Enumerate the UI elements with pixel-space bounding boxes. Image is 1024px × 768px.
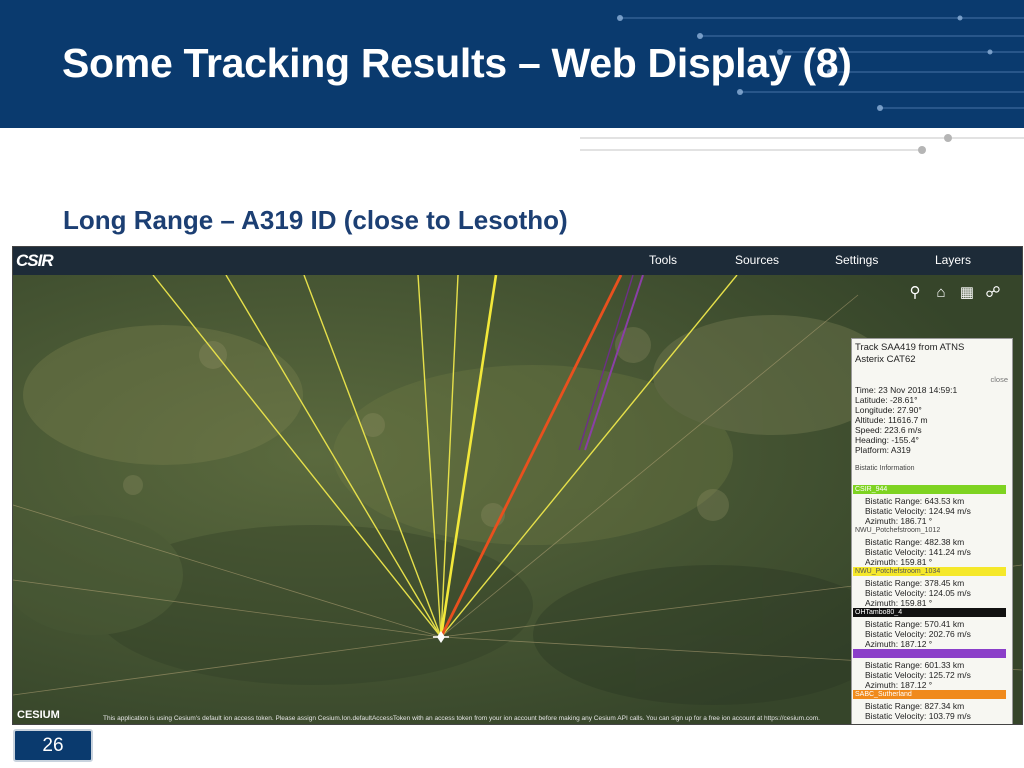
receiver-bar: CSIR_944 xyxy=(853,485,1006,494)
track-longitude: Longitude: 27.90° xyxy=(855,405,922,415)
menu-sources[interactable]: Sources xyxy=(735,253,779,267)
receiver-range: Bistatic Range: 643.53 km xyxy=(865,496,965,506)
bistatic-header: Bistatic Information xyxy=(855,465,915,472)
track-heading: Heading: -155.4° xyxy=(855,435,919,445)
receiver-range: Bistatic Range: 482.38 km xyxy=(865,537,965,547)
receiver-azimuth: Azimuth: 186.71 ° xyxy=(865,516,933,526)
receiver-azimuth: Azimuth: 187.12 ° xyxy=(865,639,933,649)
menu-layers[interactable]: Layers xyxy=(935,253,971,267)
page-number: 26 xyxy=(13,729,93,762)
track-info-panel: Track SAA419 from ATNS Asterix CAT62 clo… xyxy=(851,338,1013,724)
search-icon[interactable]: ⚲ xyxy=(905,283,925,303)
receiver-azimuth: Azimuth: 187.12 ° xyxy=(865,680,933,690)
receiver-range: Bistatic Range: 827.34 km xyxy=(865,701,965,711)
receiver-range: Bistatic Range: 378.45 km xyxy=(865,578,965,588)
receiver-range: Bistatic Range: 601.33 km xyxy=(865,660,965,670)
track-platform: Platform: A319 xyxy=(855,445,911,455)
app-menubar: CSIR Tools Sources Settings Layers xyxy=(13,247,1022,275)
track-altitude: Altitude: 11616.7 m xyxy=(855,415,928,425)
track-speed: Speed: 223.6 m/s xyxy=(855,425,922,435)
receiver-bar: NWU_Potchefstroom_1012 xyxy=(855,527,941,534)
receiver-velocity: Bistatic Velocity: 103.79 m/s xyxy=(865,711,971,721)
globe-icon[interactable]: ☍ xyxy=(983,283,1003,303)
divider-decoration xyxy=(580,134,1024,154)
receiver-range: Bistatic Range: 570.41 km xyxy=(865,619,965,629)
home-icon[interactable]: ⌂ xyxy=(931,283,951,303)
track-time: Time: 23 Nov 2018 14:59:1 xyxy=(855,385,958,395)
receiver-velocity: Bistatic Velocity: 125.72 m/s xyxy=(865,670,971,680)
track-source: Asterix CAT62 xyxy=(855,354,916,365)
receiver-bar: OHTambo80_4 xyxy=(853,608,1006,617)
grid-icon[interactable]: ▦ xyxy=(957,283,977,303)
receiver-bar xyxy=(853,649,1006,658)
receiver-velocity: Bistatic Velocity: 124.94 m/s xyxy=(865,506,971,516)
slide-subtitle: Long Range – A319 ID (close to Lesotho) xyxy=(63,205,568,235)
slide-header: Some Tracking Results – Web Display (8) xyxy=(0,0,1024,128)
cesium-logo[interactable]: CESIUM xyxy=(17,709,60,721)
receiver-velocity: Bistatic Velocity: 124.05 m/s xyxy=(865,588,971,598)
menu-tools[interactable]: Tools xyxy=(649,253,677,267)
receiver-bar: SABC_Sutherland xyxy=(853,690,1006,699)
receiver-azimuth: Azimuth: 159.81 ° xyxy=(865,557,933,567)
menu-settings[interactable]: Settings xyxy=(835,253,878,267)
receiver-bar: NWU_Potchefstroom_1034 xyxy=(853,567,1006,576)
track-title: Track SAA419 from ATNS xyxy=(855,342,965,353)
slide-title: Some Tracking Results – Web Display (8) xyxy=(62,40,852,86)
close-link[interactable]: close xyxy=(990,375,1008,384)
app-logo: CSIR xyxy=(16,251,54,270)
credit-text: This application is using Cesium's defau… xyxy=(103,715,820,722)
track-latitude: Latitude: -28.61° xyxy=(855,395,918,405)
receiver-azimuth: Azimuth: 159.81 ° xyxy=(865,598,933,608)
tracking-web-app: CSIR Tools Sources Settings Layers ⚲ ⌂ ▦… xyxy=(12,246,1023,725)
receiver-velocity: Bistatic Velocity: 202.76 m/s xyxy=(865,629,971,639)
receiver-velocity: Bistatic Velocity: 141.24 m/s xyxy=(865,547,971,557)
